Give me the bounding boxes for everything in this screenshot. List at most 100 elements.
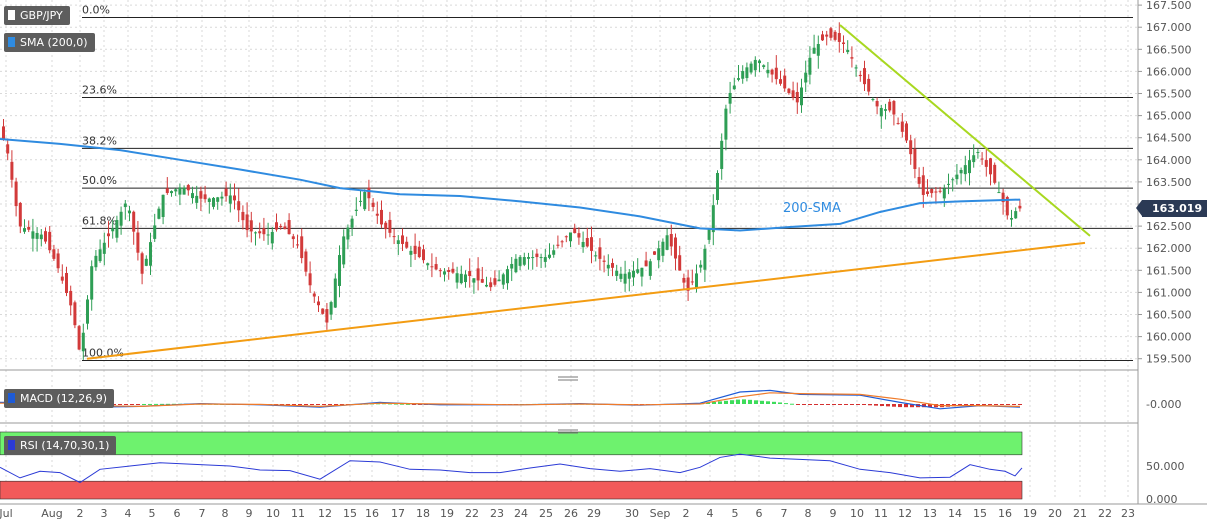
macd-histogram-bar: [718, 401, 722, 404]
candle-body: [926, 191, 929, 195]
candle-body: [522, 257, 526, 265]
x-tick-label: 23: [1121, 507, 1135, 520]
candle-body: [1018, 205, 1022, 209]
macd-histogram-bar: [154, 403, 158, 405]
price-axis[interactable]: 159.500 160.000 160.500 161.000 161.500 162.0…: [1137, 0, 1192, 504]
macd-histogram-bar: [304, 404, 308, 405]
macd-histogram-bar: [808, 404, 812, 405]
x-tick-label: 5: [149, 507, 156, 520]
symbol-badge[interactable]: GBP/JPY: [4, 6, 70, 25]
macd-histogram-bar: [142, 403, 146, 405]
chart-canvas[interactable]: 0.0%23.6%38.2%50.0%61.8%100.0% 200-SMA 1…: [0, 0, 1207, 526]
candle-body: [35, 232, 39, 239]
x-tick-label: 20: [1048, 507, 1062, 520]
candle-body: [552, 250, 556, 255]
candle-body: [60, 276, 64, 281]
candle-body: [6, 144, 10, 154]
x-tick-label: 6: [174, 507, 181, 520]
macd-histogram-bar: [868, 404, 872, 406]
candle-body: [245, 214, 249, 231]
candle-body: [354, 209, 358, 211]
candle-body: [350, 218, 354, 228]
x-tick-label: 2: [77, 507, 84, 520]
candle-body: [514, 258, 518, 273]
x-tick-label: 5: [732, 507, 739, 520]
rsi-tick-label: 0.000: [1146, 493, 1178, 506]
candle-body: [984, 160, 988, 167]
candle-body: [346, 227, 350, 240]
candle-body: [896, 123, 900, 125]
candle-body: [871, 98, 875, 100]
candle-body: [275, 222, 278, 230]
candle-body: [199, 191, 203, 199]
candle-body: [653, 251, 656, 255]
candle-body: [808, 57, 812, 75]
candle-body: [766, 69, 770, 74]
candle-body: [632, 270, 635, 278]
x-tick-label: 21: [1073, 507, 1087, 520]
candle-body: [317, 301, 320, 306]
rsi-badge[interactable]: RSI (14,70,30,1): [4, 436, 117, 455]
candle-body: [241, 211, 245, 221]
candle-body: [434, 264, 438, 270]
macd-histogram-bar: [838, 404, 842, 405]
candle-body: [128, 210, 131, 214]
x-tick-label: 23: [490, 507, 504, 520]
macd-badge[interactable]: MACD (12,26,9): [4, 389, 115, 408]
candle-body: [774, 67, 778, 80]
candle-body: [451, 268, 455, 273]
candle-body: [300, 236, 304, 259]
x-tick-label: 2: [683, 507, 690, 520]
candle-body: [338, 255, 341, 286]
candle-body: [959, 169, 963, 174]
candle-body: [543, 257, 547, 262]
x-tick-label: 12: [898, 507, 912, 520]
candle-body: [661, 241, 665, 256]
candle-body: [854, 67, 858, 69]
candle-body: [476, 268, 480, 281]
fib-level-label: 61.8%: [82, 214, 117, 227]
macd-histogram-bar: [970, 404, 974, 405]
sma-badge[interactable]: SMA (200,0): [4, 33, 95, 52]
candle-body: [585, 237, 589, 247]
candle-body: [816, 44, 820, 56]
candle-body: [724, 108, 728, 140]
candle-body: [401, 235, 404, 244]
macd-histogram-bar: [844, 404, 848, 405]
macd-histogram-bar: [850, 404, 854, 405]
candle-body: [136, 232, 140, 253]
candle-body: [56, 253, 60, 269]
candle-body: [392, 236, 396, 238]
candle-body: [468, 271, 472, 277]
candle-body: [968, 160, 971, 174]
x-tick-label: 15: [343, 507, 357, 520]
x-tick-label: 24: [514, 507, 528, 520]
fib-level-label: 50.0%: [82, 174, 117, 187]
sma-badge-label: SMA (200,0): [20, 36, 88, 49]
candle-body: [913, 148, 917, 170]
candle-body: [884, 109, 887, 111]
candle-body: [703, 248, 707, 270]
candle-body: [107, 233, 110, 237]
candle-body: [165, 188, 169, 193]
macd-histogram-bar: [802, 404, 806, 405]
y-tick-label: 162.500: [1146, 220, 1192, 233]
candle-body: [699, 264, 703, 268]
y-tick-label: 164.000: [1146, 154, 1192, 167]
macd-histogram-bar: [148, 403, 152, 405]
macd-histogram-bar: [118, 404, 122, 405]
candle-body: [741, 71, 745, 79]
macd-histogram-bar: [988, 404, 992, 405]
candle-body: [846, 49, 850, 53]
candle-body: [119, 211, 123, 226]
candle-body: [426, 263, 430, 266]
candle-body: [728, 92, 732, 104]
candle-body: [900, 121, 904, 132]
time-axis[interactable]: Jul Aug 2 3 4 5 6 7 8 9 10 11 12 15 16 17 18 19 22 23 24 25 26…: [0, 503, 1207, 520]
x-tick-label: 18: [416, 507, 430, 520]
macd-histogram-bar: [790, 403, 794, 405]
symbol-swatch: [8, 10, 15, 20]
candle-body: [388, 219, 392, 233]
pane-separators[interactable]: [0, 369, 1138, 434]
x-tick-label: 10: [266, 507, 280, 520]
